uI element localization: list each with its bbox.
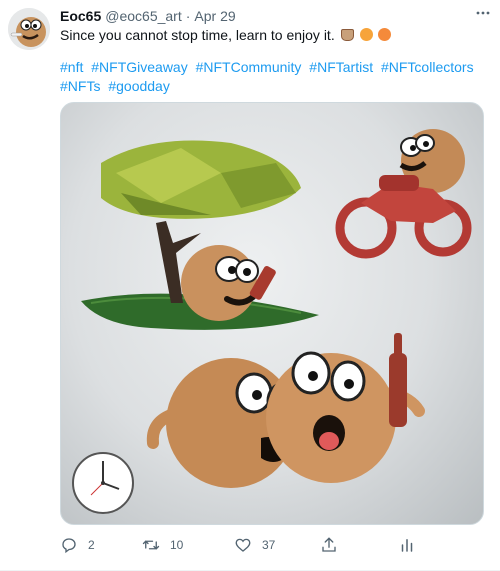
retweet-count: 10 [170, 538, 184, 552]
coffee-emoji-icon [340, 29, 354, 41]
hashtag-link[interactable]: #nft [60, 59, 83, 75]
more-options-icon[interactable] [472, 2, 494, 24]
retweet-icon [142, 540, 160, 550]
analytics-icon [401, 539, 413, 552]
person-emoji-icon [359, 28, 373, 41]
heart-icon [235, 538, 251, 552]
author-handle[interactable]: @eoc65_art [105, 8, 181, 24]
share-icon [322, 537, 336, 552]
motorcycle-icon [335, 129, 472, 259]
hashtag-list: #nft #NFTGiveaway #NFTCommunity #NFTarti… [60, 58, 486, 96]
author-name[interactable]: Eoc65 [60, 8, 101, 24]
tweet-card[interactable]: Eoc65 @eoc65_art · Apr 29 Since you cann… [0, 0, 500, 571]
nft-artwork [72, 129, 472, 514]
share-button[interactable] [320, 532, 338, 558]
hashtag-link[interactable]: #NFTartist [309, 59, 373, 75]
reply-button[interactable]: 2 [60, 532, 95, 558]
like-button[interactable]: 37 [234, 532, 275, 558]
hashtag-link[interactable]: #NFTCommunity [196, 59, 302, 75]
main-characters [146, 351, 425, 488]
tweet-date[interactable]: Apr 29 [194, 8, 235, 24]
hashtag-link[interactable]: #NFTcollectors [381, 59, 474, 75]
person-emoji-icon-2 [378, 28, 392, 41]
tweet-header: Eoc65 @eoc65_art · Apr 29 [60, 6, 488, 26]
hashtag-link[interactable]: #NFTGiveaway [91, 59, 187, 75]
retweet-button[interactable]: 10 [142, 532, 183, 558]
reply-count: 2 [88, 538, 95, 552]
reply-icon [62, 538, 76, 554]
hashtag-link[interactable]: #NFTs [60, 78, 100, 94]
beer-bottle-icon [389, 333, 407, 427]
tweet-image[interactable] [60, 102, 484, 525]
analytics-button[interactable] [398, 532, 416, 558]
avatar-image [8, 8, 50, 50]
clock-icon [72, 452, 134, 514]
tweet-text: Since you cannot stop time, learn to enj… [60, 26, 486, 45]
hashtag-link[interactable]: #goodday [108, 78, 170, 94]
avatar[interactable] [8, 8, 50, 50]
like-count: 37 [262, 538, 276, 552]
separator-dot: · [185, 8, 191, 24]
tweet-text-content: Since you cannot stop time, learn to enj… [60, 27, 335, 43]
tweet-actions: 2 10 37 [60, 532, 484, 558]
